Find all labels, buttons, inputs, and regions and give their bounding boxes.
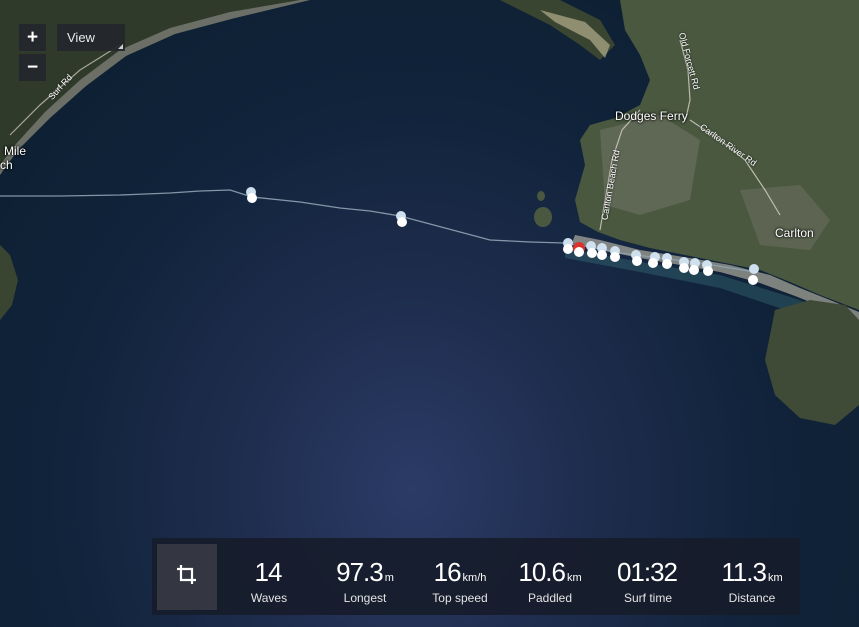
wave-marker[interactable] [586,241,597,258]
stat-value: 97.3 [336,557,384,587]
view-dropdown-label: View [67,30,95,45]
stat-value: 10.6 [518,557,566,587]
land-west [0,245,18,320]
stat-distance: 11.3 km Distance [708,538,796,615]
stat-top-speed: 16 km/h Top speed [416,538,504,615]
label-ch: ch [0,158,13,172]
crop-icon [176,564,198,591]
label-dodges-ferry: Dodges Ferry [615,109,688,123]
stat-value: 14 [254,557,283,587]
session-stats-bar: 14 Waves 97.3 m Longest 16 km/h Top speed … [152,538,800,615]
view-dropdown[interactable]: View [57,24,125,51]
stat-unit: km/h [462,572,487,584]
stat-label: Longest [343,591,387,605]
label-mile: Mile [4,144,27,158]
stat-label: Top speed [432,591,488,605]
satellite-map[interactable]: Dodges Ferry Carlton Mile ch Surf Rd Old… [0,0,859,627]
zoom-in-button[interactable]: + [19,24,46,51]
wave-marker[interactable] [597,243,607,260]
stat-longest: 97.3 m Longest [323,538,407,615]
dropdown-corner-icon [118,44,123,49]
wave-marker[interactable] [246,187,257,203]
wave-marker[interactable] [679,257,689,273]
map-terrain [0,0,859,425]
stat-label: Paddled [527,591,573,605]
stat-waves: 14 Waves [228,538,310,615]
stat-label: Surf time [623,591,672,605]
zoom-out-button[interactable]: − [19,54,46,81]
stat-value: 01:32 [616,557,678,587]
wave-marker[interactable] [610,246,620,262]
island-small-1 [534,207,552,227]
stat-unit: km [566,572,582,584]
stat-unit: m [384,572,394,584]
stat-paddled: 10.6 km Paddled [508,538,592,615]
stat-value: 16 [433,557,462,587]
wave-marker[interactable] [396,211,407,227]
stat-surf-time: 01:32 Surf time [604,538,692,615]
land-top-spit [500,0,615,60]
stat-unit: km [768,572,783,584]
stat-label: Distance [728,591,776,605]
label-carlton: Carlton [775,226,814,240]
crop-button[interactable] [157,544,217,610]
island-small-2 [537,191,545,201]
wave-marker[interactable] [563,238,573,254]
zoom-controls: + − [19,24,46,84]
wave-marker[interactable] [662,253,672,269]
stat-label: Waves [250,591,288,605]
stat-value: 11.3 [721,557,767,587]
wave-marker[interactable] [689,258,700,275]
land-south-east [765,300,859,425]
